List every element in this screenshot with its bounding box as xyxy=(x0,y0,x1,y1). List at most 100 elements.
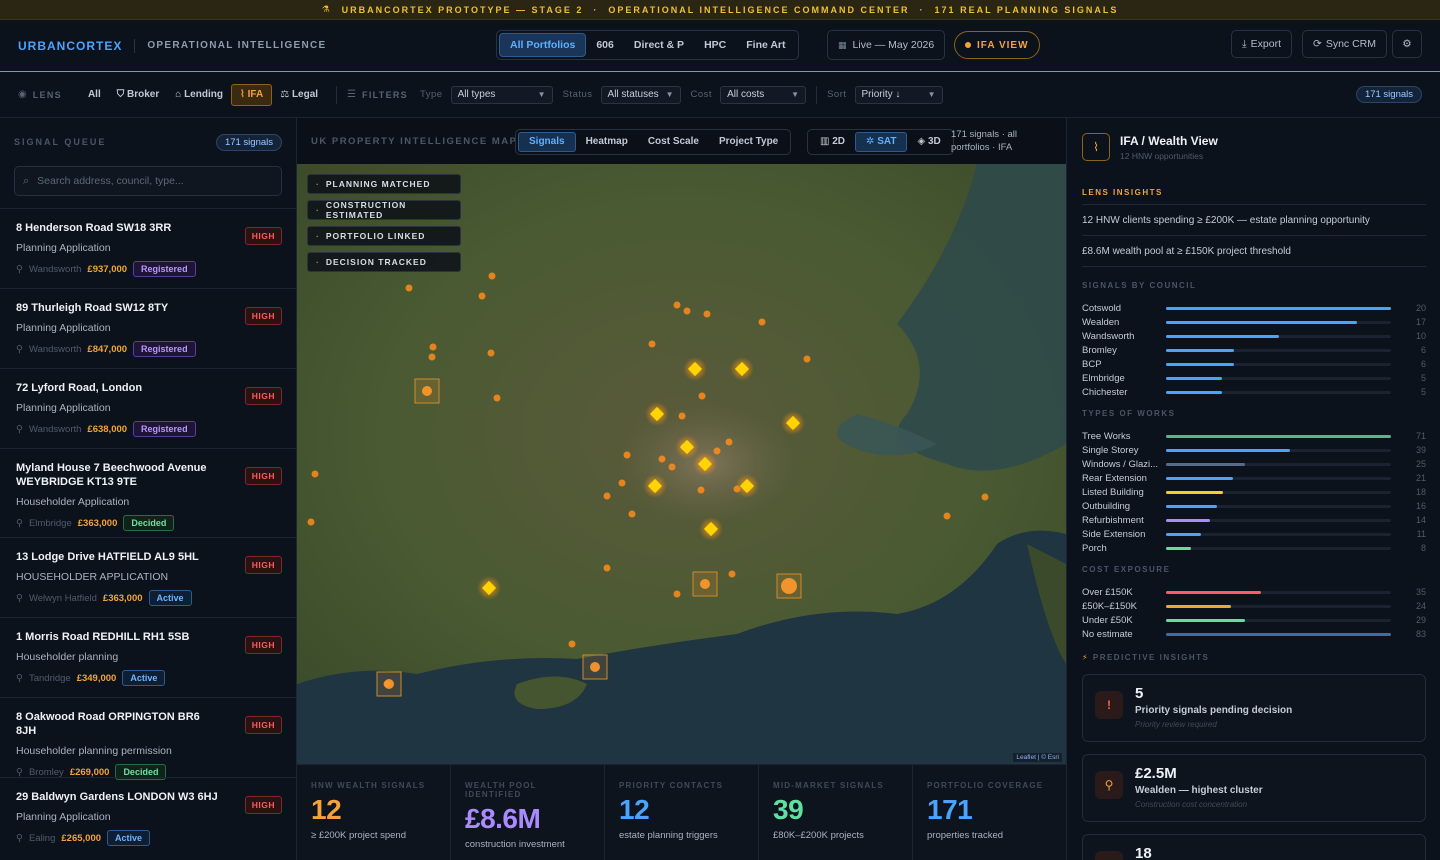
portfolio-606[interactable]: 606 xyxy=(586,33,624,57)
lens-lending[interactable]: ⌂ Lending xyxy=(167,84,231,106)
bar-row[interactable]: Listed Building 18 xyxy=(1082,485,1426,499)
bar-row[interactable]: Cotswold 20 xyxy=(1082,301,1426,315)
view-2d[interactable]: ▥ 2D xyxy=(810,132,855,152)
signal-marker[interactable] xyxy=(803,355,811,363)
signal-marker[interactable] xyxy=(648,340,656,348)
signal-card[interactable]: Myland House 7 Beechwood Avenue WEYBRIDG… xyxy=(0,448,296,537)
sort-select[interactable]: Priority ↓ ▼ xyxy=(854,85,943,104)
bar-row[interactable]: Porch 8 xyxy=(1082,541,1426,555)
signal-marker[interactable] xyxy=(488,272,496,280)
bar-row[interactable]: Outbuilding 16 xyxy=(1082,499,1426,513)
signal-card[interactable]: 29 Baldwyn Gardens LONDON W3 6HJ Planning… xyxy=(0,777,296,857)
signal-marker[interactable] xyxy=(478,292,486,300)
bar-row[interactable]: No estimate 83 xyxy=(1082,627,1426,641)
bar-row[interactable]: Rear Extension 21 xyxy=(1082,471,1426,485)
bar-row[interactable]: Windows / Glazi... 25 xyxy=(1082,457,1426,471)
bar-label: Tree Works xyxy=(1082,430,1131,442)
bar-row[interactable]: BCP 6 xyxy=(1082,357,1426,371)
cluster-marker[interactable] xyxy=(422,386,432,396)
portfolio-hpc[interactable]: HPC xyxy=(694,33,736,57)
signal-marker[interactable] xyxy=(628,510,636,518)
signal-marker[interactable] xyxy=(758,318,766,326)
satellite-map[interactable]: · PLANNING MATCHED · CONSTRUCTION ESTIMATE… xyxy=(297,164,1066,764)
lens-ifa[interactable]: ⌇ IFA xyxy=(230,83,273,106)
signal-marker[interactable] xyxy=(698,392,706,400)
bar-row[interactable]: Side Extension 11 xyxy=(1082,527,1426,541)
view-sat[interactable]: ✲ SAT xyxy=(855,132,908,152)
predictive-card[interactable]: ! 5 Priority signals pending decision Prior… xyxy=(1082,674,1426,742)
bar-row[interactable]: Refurbishment 14 xyxy=(1082,513,1426,527)
signal-marker[interactable] xyxy=(703,310,711,318)
tab-cost-scale[interactable]: Cost Scale xyxy=(638,132,709,152)
signal-marker[interactable] xyxy=(728,570,736,578)
tab-signals[interactable]: Signals xyxy=(518,132,576,152)
portfolio-fine-art[interactable]: Fine Art xyxy=(736,33,795,57)
queue-search-input[interactable]: ⌕ Search address, council, type... xyxy=(14,166,282,196)
tab-project-type[interactable]: Project Type xyxy=(709,132,788,152)
predictive-card[interactable]: ⌂ 18 xyxy=(1082,834,1426,860)
cluster-marker[interactable] xyxy=(590,662,600,672)
bar-label: Outbuilding xyxy=(1082,500,1131,512)
signal-marker[interactable] xyxy=(673,301,681,309)
portfolio-all[interactable]: All Portfolios xyxy=(499,33,587,57)
map-attribution[interactable]: Leaflet | © Esri xyxy=(1013,753,1062,762)
signal-marker[interactable] xyxy=(623,451,631,459)
signal-marker[interactable] xyxy=(981,493,989,501)
signal-marker[interactable] xyxy=(683,307,691,315)
live-date-button[interactable]: ▦ Live — May 2026 xyxy=(827,30,946,60)
bar-row[interactable]: Wandsworth 10 xyxy=(1082,329,1426,343)
signal-marker[interactable] xyxy=(713,447,721,455)
signal-marker[interactable] xyxy=(673,590,681,598)
signal-marker[interactable] xyxy=(307,518,315,526)
tab-heatmap[interactable]: Heatmap xyxy=(576,132,638,152)
bar-row[interactable]: Wealden 17 xyxy=(1082,315,1426,329)
signal-marker[interactable] xyxy=(311,470,319,478)
bar-row[interactable]: £50K–£150K 24 xyxy=(1082,599,1426,613)
status-select[interactable]: All statuses ▼ xyxy=(600,85,681,104)
signal-card[interactable]: 72 Lyford Road, London Planning Applicati… xyxy=(0,368,296,448)
bar-row[interactable]: Tree Works 71 xyxy=(1082,429,1426,443)
signal-marker[interactable] xyxy=(697,486,705,494)
cluster-marker[interactable] xyxy=(700,579,710,589)
sync-crm-button[interactable]: ⟳ Sync CRM xyxy=(1302,30,1387,58)
signal-card[interactable]: 1 Morris Road REDHILL RH1 5SB Householder… xyxy=(0,617,296,697)
predictive-card[interactable]: ⚲ £2.5M Wealden — highest cluster Construct… xyxy=(1082,754,1426,822)
bar-row[interactable]: Over £150K 35 xyxy=(1082,585,1426,599)
signal-marker[interactable] xyxy=(943,512,951,520)
signal-marker[interactable] xyxy=(603,492,611,500)
ifa-view-badge[interactable]: IFA VIEW xyxy=(954,31,1040,59)
signal-marker[interactable] xyxy=(405,284,413,292)
signal-card[interactable]: 89 Thurleigh Road SW12 8TY Planning Appli… xyxy=(0,288,296,368)
lens-broker[interactable]: ⛉ Broker xyxy=(109,84,168,106)
signal-marker[interactable] xyxy=(725,438,733,446)
settings-button[interactable]: ⚙ xyxy=(1392,30,1422,58)
view-3d[interactable]: ◈ 3D xyxy=(907,132,950,152)
signal-marker[interactable] xyxy=(678,412,686,420)
signal-card[interactable]: 8 Oakwood Road ORPINGTON BR6 8JH Househol… xyxy=(0,697,296,780)
signal-marker[interactable] xyxy=(428,353,436,361)
cluster-marker[interactable] xyxy=(384,679,394,689)
portfolio-direct-p[interactable]: Direct & P xyxy=(624,33,694,57)
signal-marker[interactable] xyxy=(568,640,576,648)
type-select[interactable]: All types ▼ xyxy=(450,85,553,104)
bar-row[interactable]: Bromley 6 xyxy=(1082,343,1426,357)
signal-marker[interactable] xyxy=(658,455,666,463)
signal-card[interactable]: 13 Lodge Drive HATFIELD AL9 5HL HOUSEHOLD… xyxy=(0,537,296,617)
signal-card[interactable]: 8 Henderson Road SW18 3RR Planning Applic… xyxy=(0,208,296,288)
signal-marker[interactable] xyxy=(429,343,437,351)
export-button[interactable]: ⤓ Export xyxy=(1231,30,1293,58)
bar-row[interactable]: Under £50K 29 xyxy=(1082,613,1426,627)
signal-marker[interactable] xyxy=(603,564,611,572)
cost-select[interactable]: All costs ▼ xyxy=(720,85,807,104)
lens-all[interactable]: All xyxy=(80,84,109,106)
signal-marker[interactable] xyxy=(487,349,495,357)
signal-marker[interactable] xyxy=(668,463,676,471)
bar-row[interactable]: Single Storey 39 xyxy=(1082,443,1426,457)
signal-marker[interactable] xyxy=(493,394,501,402)
bar-row[interactable]: Elmbridge 5 xyxy=(1082,371,1426,385)
signal-marker[interactable] xyxy=(618,479,626,487)
brand-logo[interactable]: URBANCORTEX xyxy=(18,39,122,53)
bar-row[interactable]: Chichester 5 xyxy=(1082,385,1426,399)
cluster-marker[interactable] xyxy=(781,578,797,594)
lens-legal[interactable]: ⚖ Legal xyxy=(272,84,326,106)
